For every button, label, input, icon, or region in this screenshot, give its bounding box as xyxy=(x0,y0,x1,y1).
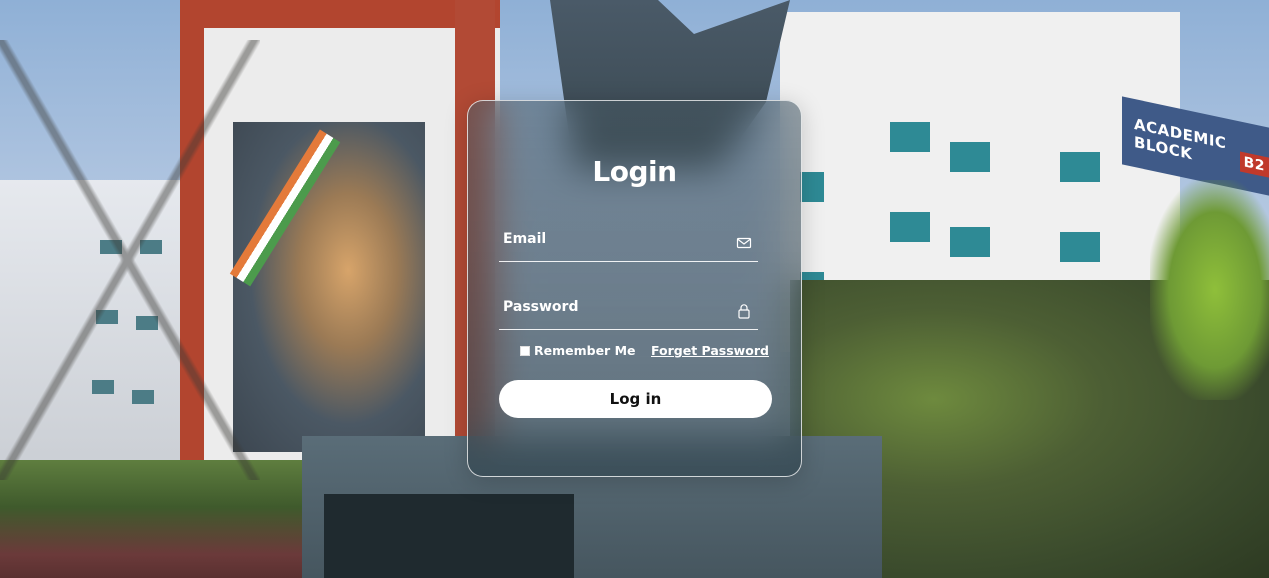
login-title: Login xyxy=(592,155,677,188)
remember-me[interactable]: Remember Me xyxy=(520,343,636,358)
login-options: Remember Me Forget Password xyxy=(468,343,801,363)
forgot-password-link[interactable]: Forget Password xyxy=(651,343,769,358)
mural xyxy=(233,122,425,452)
monument-opening xyxy=(324,494,574,578)
mail-icon xyxy=(736,237,752,249)
remember-me-checkbox[interactable] xyxy=(520,345,530,356)
remember-me-label: Remember Me xyxy=(534,343,636,358)
lock-icon xyxy=(738,304,750,319)
trees-right-top xyxy=(1150,180,1269,400)
email-label: Email xyxy=(503,231,547,247)
tree-branches xyxy=(0,40,260,480)
password-label: Password xyxy=(503,299,579,315)
login-card: Login Email Password Remember Me Forget … xyxy=(467,100,802,477)
login-button[interactable]: Log in xyxy=(499,380,772,418)
email-field[interactable]: Email xyxy=(499,225,758,262)
password-field[interactable]: Password xyxy=(499,293,758,330)
